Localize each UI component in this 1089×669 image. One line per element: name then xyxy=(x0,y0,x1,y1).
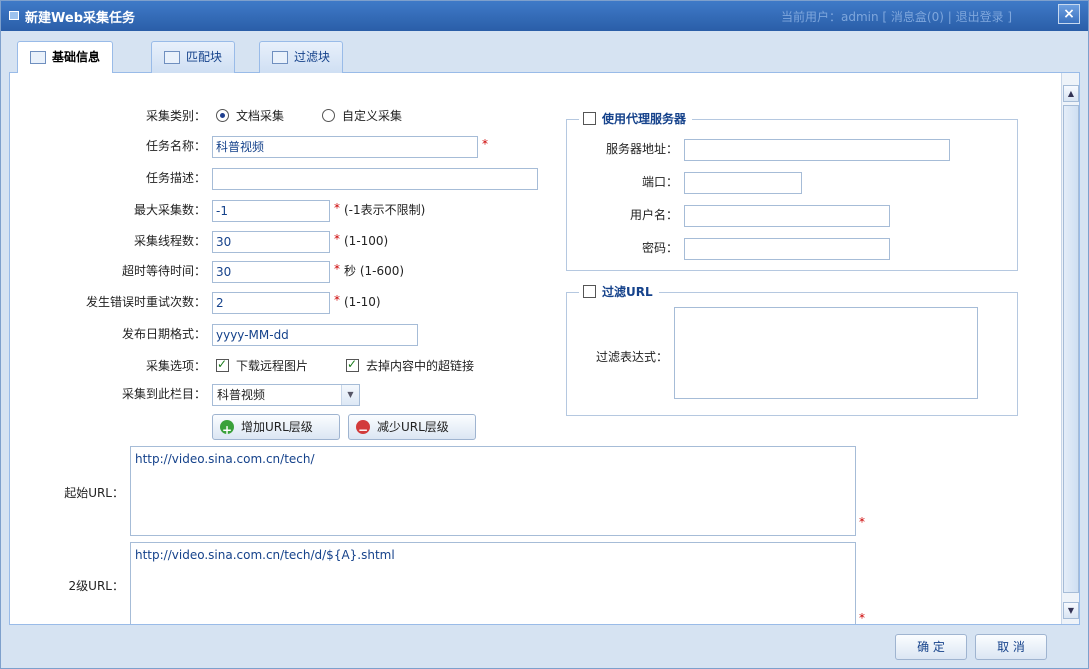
timeout-hint: 秒 (1-600) xyxy=(344,264,405,278)
date-format-input[interactable]: yyyy-MM-dd xyxy=(212,324,418,346)
close-icon[interactable]: × xyxy=(1058,4,1080,24)
window-icon xyxy=(9,11,19,20)
scroll-up-icon[interactable]: ▲ xyxy=(1063,85,1079,102)
retries-label: 发生错误时重试次数： xyxy=(85,295,206,309)
required-mark: * xyxy=(334,262,340,276)
tab-strip: 基础信息 匹配块 过滤块 xyxy=(9,35,1080,74)
category-label: 采集类别： xyxy=(145,109,206,123)
proxy-username-input[interactable] xyxy=(684,205,890,227)
retries-hint: (1-10) xyxy=(344,295,381,309)
required-mark: * xyxy=(482,137,488,151)
required-mark: * xyxy=(334,201,340,215)
task-name-input[interactable]: 科普视频 xyxy=(212,136,478,158)
filter-expr-textarea[interactable] xyxy=(674,307,978,399)
tab-label: 匹配块 xyxy=(186,50,223,64)
date-format-label: 发布日期格式： xyxy=(121,327,206,341)
task-desc-label: 任务描述： xyxy=(145,171,206,185)
add-url-level-button[interactable]: 增加URL层级 xyxy=(212,414,340,442)
required-mark: * xyxy=(859,515,865,529)
filter-legend: 过滤URL xyxy=(579,283,659,301)
filter-expr-label: 过滤表达式： xyxy=(595,350,668,364)
proxy-port-input[interactable] xyxy=(684,172,802,194)
column-select-value: 科普视频 xyxy=(217,388,266,402)
copy-icon xyxy=(164,51,180,64)
scroll-down-icon[interactable]: ▼ xyxy=(1063,602,1079,619)
remove-url-level-label: 减少URL层级 xyxy=(377,420,449,434)
checkbox-remove-links-label: 去掉内容中的超链接 xyxy=(366,359,475,373)
tab-filter-block[interactable]: 过滤块 xyxy=(259,41,344,73)
start-url-label: 起始URL： xyxy=(64,486,124,500)
max-count-label: 最大采集数： xyxy=(133,203,206,217)
proxy-legend-label: 使用代理服务器 xyxy=(602,112,687,126)
timeout-label: 超时等待时间： xyxy=(121,264,206,278)
checkbox-download-images-label: 下载远程图片 xyxy=(236,359,309,373)
checkbox-download-images[interactable] xyxy=(216,357,229,372)
proxy-password-input[interactable] xyxy=(684,238,890,260)
task-desc-input[interactable] xyxy=(212,168,538,190)
radio-custom-label: 自定义采集 xyxy=(342,109,403,123)
start-url-textarea[interactable]: http://video.sina.com.cn/tech/ xyxy=(130,446,856,536)
task-name-label: 任务名称： xyxy=(145,139,206,153)
checkbox-use-proxy[interactable] xyxy=(583,112,596,125)
form-icon xyxy=(30,51,46,64)
form-panel: 采集类别： 文档采集 自定义采集 任务名称： 科普视频 * 任务描述： 最大采集… xyxy=(9,73,1080,625)
dialog-footer: 确 定 取 消 xyxy=(1,626,1088,668)
proxy-legend: 使用代理服务器 xyxy=(579,110,693,128)
level2-url-textarea[interactable]: http://video.sina.com.cn/tech/d/${A}.sht… xyxy=(130,542,856,624)
required-mark: * xyxy=(334,232,340,246)
dialog-window: 新建Web采集任务 当前用户：admin [ 消息盒(0) | 退出登录 ] ×… xyxy=(0,0,1089,669)
proxy-address-label: 服务器地址： xyxy=(605,142,678,156)
options-label: 采集选项： xyxy=(145,359,206,373)
minus-icon xyxy=(356,418,370,442)
tab-basic-info[interactable]: 基础信息 xyxy=(17,41,114,74)
window-title: 新建Web采集任务 xyxy=(25,11,135,26)
level2-url-label: 2级URL： xyxy=(68,579,124,593)
radio-custom[interactable] xyxy=(322,109,335,122)
radio-document-label: 文档采集 xyxy=(236,109,285,123)
title-bar[interactable]: 新建Web采集任务 当前用户：admin [ 消息盒(0) | 退出登录 ] × xyxy=(1,1,1088,31)
tab-match-block[interactable]: 匹配块 xyxy=(151,41,236,73)
checkbox-filter-url[interactable] xyxy=(583,285,596,298)
proxy-password-label: 密码： xyxy=(641,241,678,255)
background-user-info: 当前用户：admin [ 消息盒(0) | 退出登录 ] xyxy=(781,10,1013,24)
scroll-thumb[interactable] xyxy=(1063,105,1079,593)
tab-label: 过滤块 xyxy=(294,50,331,64)
tab-label: 基础信息 xyxy=(52,50,101,64)
required-mark: * xyxy=(859,611,865,625)
plus-icon xyxy=(220,418,234,442)
max-count-input[interactable]: -1 xyxy=(212,200,330,222)
remove-url-level-button[interactable]: 减少URL层级 xyxy=(348,414,476,442)
timeout-input[interactable]: 30 xyxy=(212,261,330,283)
max-count-hint: (-1表示不限制) xyxy=(344,203,426,217)
ok-button[interactable]: 确 定 xyxy=(895,634,967,660)
proxy-username-label: 用户名： xyxy=(629,208,678,222)
filter-legend-label: 过滤URL xyxy=(602,285,653,299)
column-select[interactable]: 科普视频 ▼ xyxy=(212,384,360,406)
checkbox-remove-links[interactable] xyxy=(346,357,359,372)
cancel-button[interactable]: 取 消 xyxy=(975,634,1047,660)
required-mark: * xyxy=(334,293,340,307)
retries-input[interactable]: 2 xyxy=(212,292,330,314)
column-label: 采集到此栏目： xyxy=(121,387,206,401)
chevron-down-icon[interactable]: ▼ xyxy=(341,385,359,405)
chart-icon xyxy=(272,51,288,64)
proxy-port-label: 端口： xyxy=(641,175,678,189)
threads-hint: (1-100) xyxy=(344,234,389,248)
threads-label: 采集线程数： xyxy=(133,234,206,248)
threads-input[interactable]: 30 xyxy=(212,231,330,253)
add-url-level-label: 增加URL层级 xyxy=(241,420,313,434)
vertical-scrollbar[interactable]: ▲ ▼ xyxy=(1061,73,1079,624)
radio-document[interactable] xyxy=(216,109,229,122)
proxy-address-input[interactable] xyxy=(684,139,950,161)
